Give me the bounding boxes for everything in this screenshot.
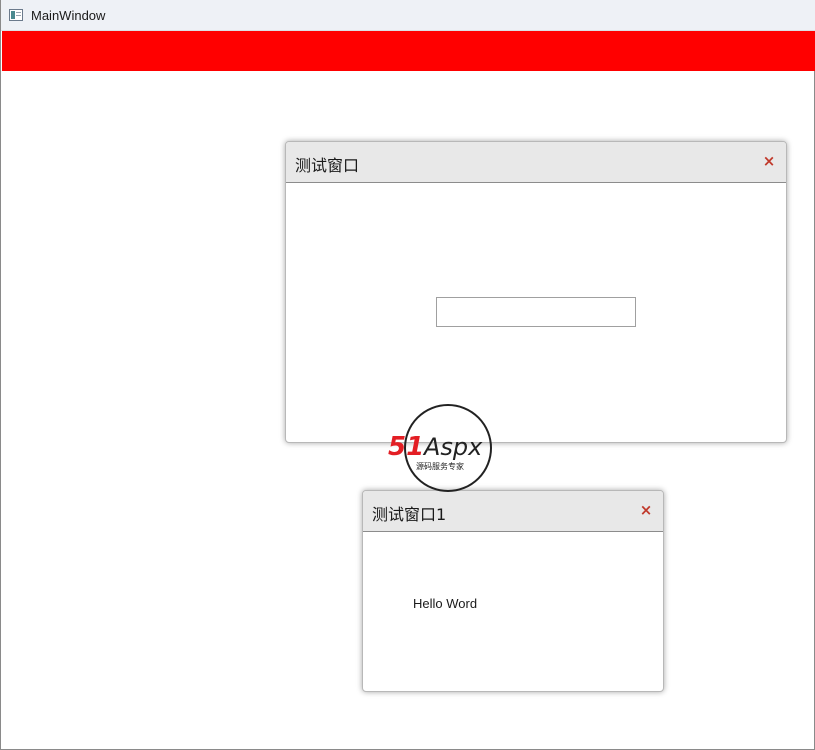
test-dialog-1-title: 测试窗口1	[372, 505, 447, 524]
app-window-icon	[9, 9, 23, 21]
dialog-text-input[interactable]	[436, 297, 636, 327]
test-dialog-header[interactable]: 测试窗口 ×	[286, 142, 786, 183]
test-dialog-title: 测试窗口	[295, 156, 360, 175]
svg-text:源码服务专家: 源码服务专家	[416, 461, 464, 471]
svg-text:Aspx: Aspx	[422, 433, 483, 461]
window-titlebar[interactable]: MainWindow	[1, 0, 815, 31]
close-icon[interactable]: ×	[761, 153, 777, 169]
main-window: MainWindow 测试窗口 × 测试窗口1 × Hello Word 51 …	[0, 0, 815, 750]
watermark-logo: 51 Aspx 源码服务专家	[388, 404, 492, 492]
hello-text: Hello Word	[413, 596, 478, 611]
red-banner	[2, 31, 815, 71]
close-icon[interactable]: ×	[638, 502, 654, 518]
test-dialog-1-header[interactable]: 测试窗口1 ×	[363, 491, 663, 532]
test-dialog-1: 测试窗口1 × Hello Word	[362, 490, 664, 692]
svg-text:51: 51	[388, 432, 424, 462]
window-title: MainWindow	[31, 8, 106, 23]
test-dialog: 测试窗口 ×	[285, 141, 787, 443]
